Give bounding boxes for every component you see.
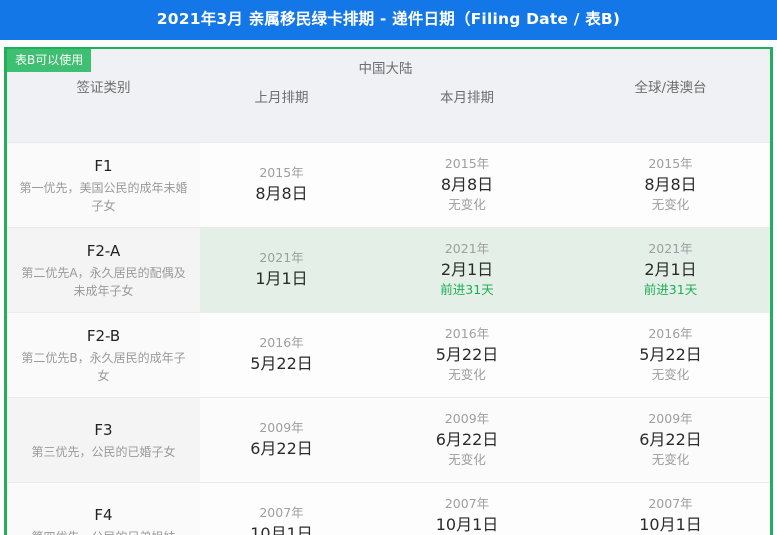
table-body: F1 第一优先，美国公民的成年未婚 子女 2015年 8月8日 2015年 8月8日 无变化 2… xyxy=(7,142,770,535)
date-value: 10月1日 xyxy=(639,515,702,535)
category-code: F2-B xyxy=(86,326,121,345)
cell-previous-month: 2016年 5月22日 xyxy=(200,312,363,398)
cell-previous-month: 2009年 6月22日 xyxy=(200,397,363,483)
cell-worldwide: 2021年 2月1日前进31天 xyxy=(571,227,770,313)
page-title: 2021年3月 亲属移民绿卡排期 - 递件日期（Filing Date / 表B… xyxy=(156,10,621,29)
category-description-cont: 未成年子女 xyxy=(73,284,134,299)
category-description-cont: 子女 xyxy=(91,199,116,214)
table-row: F3 第三优先，公民的已婚子女 2009年 6月22日 2009年 6月22日 无变化 200… xyxy=(7,397,770,483)
date-year: 2015年 xyxy=(648,155,693,171)
date-change-note: 前进31天 xyxy=(643,282,698,298)
status-badge: 表B可以使用 xyxy=(7,49,92,72)
date-value: 5月22日 xyxy=(250,353,313,373)
cell-worldwide: 2007年10月1日无变化 xyxy=(571,482,770,535)
cell-current-month: 2009年 6月22日无变化 xyxy=(363,397,571,483)
visa-bulletin-page: 2021年3月 亲属移民绿卡排期 - 递件日期（Filing Date / 表B… xyxy=(0,0,777,535)
cell-worldwide: 2015年 8月8日无变化 xyxy=(571,142,770,228)
date-year: 2015年 xyxy=(444,155,490,171)
date-year: 2021年 xyxy=(444,240,490,256)
table-row: F2-B 第二优先B，永久居民的成年子女 2016年 5月22日 2016年 5月22日无… xyxy=(7,312,770,398)
cell-category: F2-B 第二优先B，永久居民的成年子女 xyxy=(7,312,200,398)
column-group-header-china: 中国大陆 xyxy=(358,61,413,77)
date-year: 2009年 xyxy=(648,410,693,426)
category-code: F1 xyxy=(94,156,113,175)
category-description: 第一优先，美国公民的成年未婚 xyxy=(19,181,188,196)
date-change-note: 无变化 xyxy=(651,452,690,468)
date-value: 8月8日 xyxy=(440,175,494,195)
cell-current-month: 2016年 5月22日无变化 xyxy=(363,312,571,398)
date-change-note: 无变化 xyxy=(448,197,486,213)
cell-worldwide: 2016年 5月22日无变化 xyxy=(571,312,770,398)
cell-category: F4 第四优先，公民的兄弟姐妹 xyxy=(7,482,200,535)
date-year: 2007年 xyxy=(648,495,693,511)
table-row: F1 第一优先，美国公民的成年未婚 子女 2015年 8月8日 2015年 8月8日 无变化 2… xyxy=(7,142,770,228)
date-change-note: 前进31天 xyxy=(440,282,494,298)
date-value: 8月8日 xyxy=(644,175,697,195)
date-year: 2021年 xyxy=(648,240,693,256)
date-year: 2007年 xyxy=(444,495,490,511)
category-description: 第三优先，公民的已婚子女 xyxy=(31,445,176,460)
date-value: 5月22日 xyxy=(639,345,702,365)
cell-previous-month: 2015年 8月8日 xyxy=(200,142,363,228)
category-code: F4 xyxy=(94,505,113,524)
cell-current-month: 2007年10月1日无变化 xyxy=(363,482,571,535)
table-row: F4第四优先，公民的兄弟姐妹2007年10月1日2007年10月1日无变化200… xyxy=(7,482,770,535)
date-year: 2016年 xyxy=(444,325,490,341)
date-year: 2007年 xyxy=(259,504,304,520)
page-title-bar: 2021年3月 亲属移民绿卡排期 - 递件日期（Filing Date / 表B… xyxy=(0,0,777,40)
date-year: 2016年 xyxy=(259,334,304,350)
cell-current-month: 2015年 8月8日无变化 xyxy=(363,142,571,228)
category-code: F2-A xyxy=(86,241,121,260)
date-value: 1月1日 xyxy=(255,268,308,288)
cell-current-month: 2021年 2月1日前进31天 xyxy=(363,227,571,313)
date-value: 5月22日 xyxy=(435,345,499,365)
visa-bulletin-table-frame: 表B可以使用 签证类别 上月排期 本月排期 全球/港澳台 F1 第一优先，美国公民… xyxy=(4,47,773,535)
date-value: 10月1日 xyxy=(435,515,499,535)
date-value: 6月22日 xyxy=(639,430,702,450)
cell-category: F2-A 第二优先A，永久居民的配偶及 未成年子女 xyxy=(7,227,200,313)
category-description-cont: 女 xyxy=(97,369,110,384)
cell-worldwide: 2009年 6月22日无变化 xyxy=(571,397,770,483)
category-description: 第四优先，公民的兄弟姐妹 xyxy=(17,528,190,535)
date-value: 10月1日 xyxy=(250,523,313,535)
date-year: 2016年 xyxy=(648,325,693,341)
table-row: F2-A 第二优先A，永久居民的配偶及 未成年子女 2021年 1月1日 2021年 2月1… xyxy=(7,227,770,313)
visa-bulletin-table: 签证类别 上月排期 本月排期 全球/港澳台 F1 第一优先，美国公民的成年未婚 子女… xyxy=(7,49,770,535)
date-year: 2009年 xyxy=(444,410,490,426)
date-change-note: 无变化 xyxy=(448,452,486,468)
category-code: F3 xyxy=(94,420,113,439)
cell-previous-month: 2021年 1月1日 xyxy=(200,227,363,313)
date-change-note: 无变化 xyxy=(651,197,690,213)
cell-category: F1 第一优先，美国公民的成年未婚 子女 xyxy=(7,142,200,228)
date-value: 8月8日 xyxy=(255,183,308,203)
category-description: 第二优先B，永久居民的成年子 xyxy=(21,351,186,366)
date-change-note: 无变化 xyxy=(651,367,690,383)
cell-category: F3 第三优先，公民的已婚子女 xyxy=(7,397,200,483)
date-change-note: 无变化 xyxy=(448,367,486,383)
date-year: 2009年 xyxy=(259,419,304,435)
date-year: 2015年 xyxy=(259,164,304,180)
date-value: 6月22日 xyxy=(435,430,499,450)
date-year: 2021年 xyxy=(259,249,304,265)
date-value: 2月1日 xyxy=(644,260,697,280)
category-description: 第二优先A，永久居民的配偶及 xyxy=(21,266,186,281)
cell-previous-month: 2007年 10月1日 xyxy=(200,482,363,535)
column-header-worldwide: 全球/港澳台 xyxy=(571,49,770,143)
date-value: 6月22日 xyxy=(250,438,313,458)
date-value: 2月1日 xyxy=(440,260,494,280)
